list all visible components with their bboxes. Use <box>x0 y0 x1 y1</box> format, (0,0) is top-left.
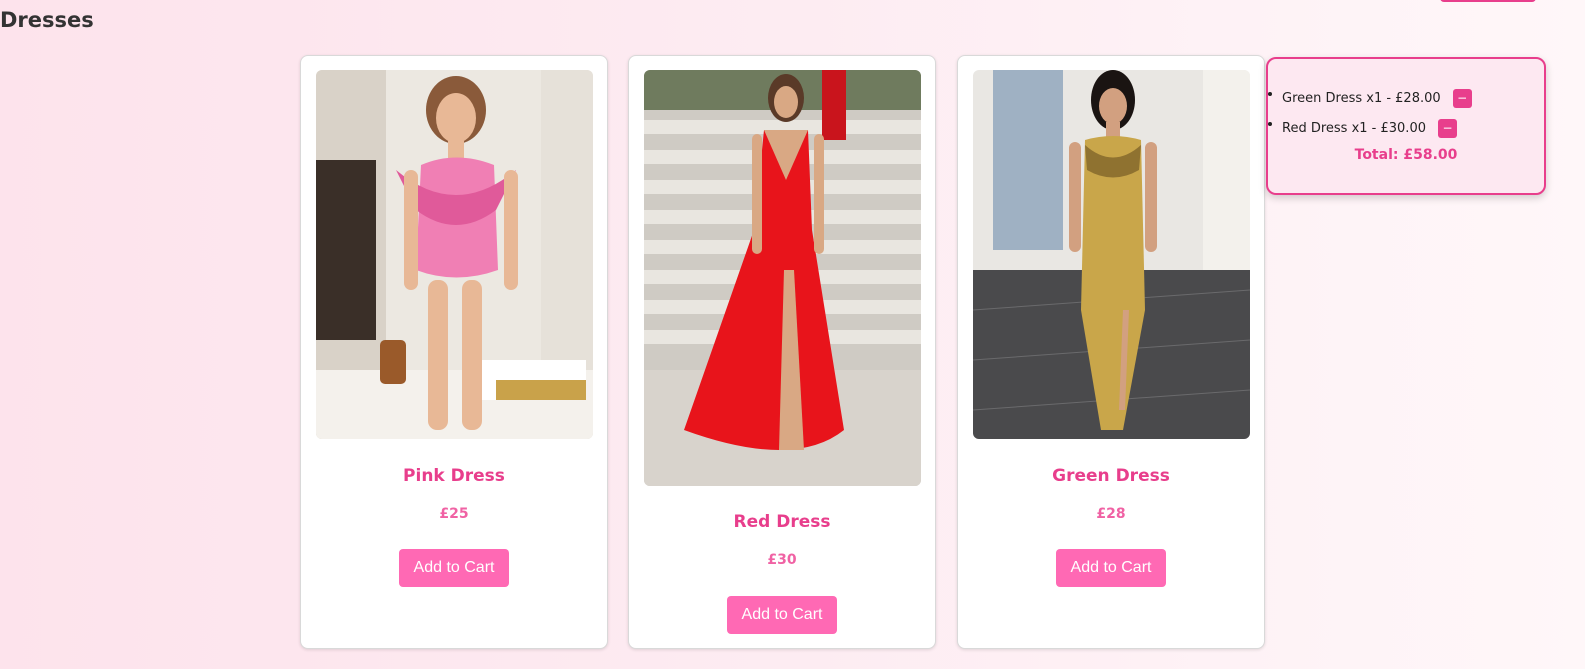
add-to-cart-button[interactable]: Add to Cart <box>727 596 837 634</box>
add-to-cart-button[interactable]: Add to Cart <box>399 549 509 587</box>
page-title: Dresses <box>0 8 94 32</box>
cart-panel: Green Dress x1 - £28.00 − Red Dress x1 -… <box>1266 57 1546 195</box>
cart-item-text: Green Dress x1 - £28.00 <box>1282 90 1441 106</box>
product-card: Red Dress £30 Add to Cart <box>628 55 936 649</box>
product-price: £28 <box>1096 506 1126 522</box>
product-image-green-dress[interactable] <box>973 70 1250 439</box>
product-image-red-dress[interactable] <box>644 70 921 486</box>
product-name: Pink Dress <box>403 466 505 486</box>
product-card: Green Dress £28 Add to Cart <box>957 55 1265 649</box>
cart-list: Green Dress x1 - £28.00 − Red Dress x1 -… <box>1268 83 1544 143</box>
cart-item: Green Dress x1 - £28.00 − <box>1268 83 1544 113</box>
top-button-edge[interactable] <box>1440 0 1536 2</box>
remove-item-button[interactable]: − <box>1452 88 1472 108</box>
cart-total: Total: £58.00 <box>1354 147 1458 163</box>
product-image-pink-dress[interactable] <box>316 70 593 439</box>
product-card: Pink Dress £25 Add to Cart <box>300 55 608 649</box>
cart-item-text: Red Dress x1 - £30.00 <box>1282 120 1426 136</box>
remove-item-button[interactable]: − <box>1437 118 1457 138</box>
cart-item: Red Dress x1 - £30.00 − <box>1268 113 1544 143</box>
bullet-icon <box>1268 122 1272 126</box>
bullet-icon <box>1268 92 1272 96</box>
product-price: £25 <box>439 506 469 522</box>
product-name: Green Dress <box>1052 466 1170 486</box>
add-to-cart-button[interactable]: Add to Cart <box>1056 549 1166 587</box>
product-name: Red Dress <box>733 512 831 532</box>
product-price: £30 <box>767 552 797 568</box>
